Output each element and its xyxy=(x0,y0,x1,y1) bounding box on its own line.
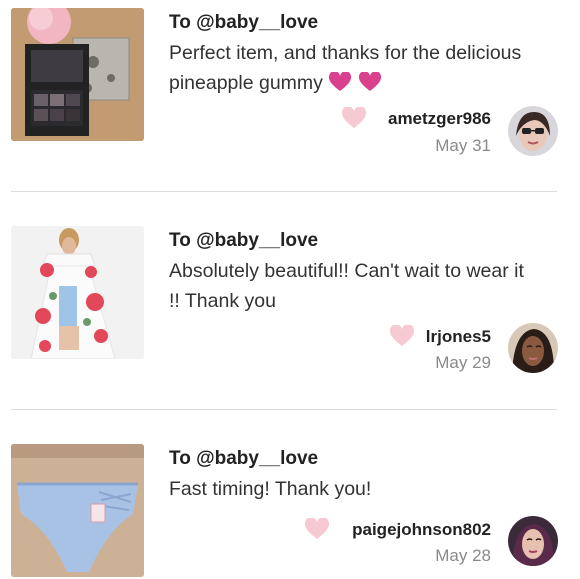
reviewer-username[interactable]: lrjones5 xyxy=(426,327,491,347)
floral-dress-photo-icon xyxy=(11,226,144,359)
review-recipient: To @baby__love xyxy=(169,230,319,251)
review-message-text: Absolutely beautiful!! Can't wait to wea… xyxy=(169,260,524,312)
reviewer-username[interactable]: paigejohnson802 xyxy=(352,520,491,540)
heart-emoji-icon xyxy=(329,72,352,91)
like-heart-icon[interactable] xyxy=(341,107,367,129)
review-message: Absolutely beautiful!! Can't wait to wea… xyxy=(169,256,539,316)
product-thumbnail[interactable] xyxy=(11,444,144,577)
review-date: May 29 xyxy=(435,353,491,372)
heart-emoji-icon xyxy=(358,72,381,91)
review-message: Perfect item, and thanks for the delicio… xyxy=(169,38,539,98)
avatar[interactable] xyxy=(508,516,558,566)
user-avatar-icon xyxy=(508,106,558,156)
review-date: May 31 xyxy=(435,136,491,155)
avatar[interactable] xyxy=(508,323,558,373)
user-avatar-icon xyxy=(508,516,558,566)
review-item: To @baby__love Fast timing! Thank you! p… xyxy=(0,410,580,579)
review-message-text: Fast timing! Thank you! xyxy=(169,478,372,500)
reviewer-username[interactable]: ametzger986 xyxy=(388,109,491,129)
review-recipient: To @baby__love xyxy=(169,448,319,469)
review-message: Fast timing! Thank you! xyxy=(169,474,539,504)
avatar[interactable] xyxy=(508,106,558,156)
review-item: To @baby__love Perfect item, and thanks … xyxy=(0,0,580,192)
product-thumbnail[interactable] xyxy=(11,8,144,141)
review-date: May 28 xyxy=(435,546,491,565)
like-heart-icon[interactable] xyxy=(304,518,330,540)
product-thumbnail[interactable] xyxy=(11,226,144,359)
blue-underwear-photo-icon xyxy=(11,444,144,577)
user-avatar-icon xyxy=(508,323,558,373)
like-heart-icon[interactable] xyxy=(389,325,415,347)
review-recipient: To @baby__love xyxy=(169,12,319,33)
eyeshadow-palette-photo-icon xyxy=(11,8,144,141)
review-item: To @baby__love Absolutely beautiful!! Ca… xyxy=(0,192,580,410)
